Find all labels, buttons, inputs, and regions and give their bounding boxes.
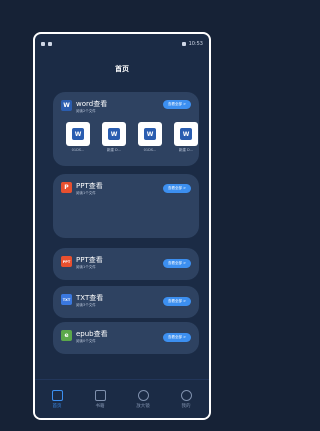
- ppt2-view-all-button[interactable]: 查看全部 >: [162, 259, 191, 268]
- app-screen: 10:53 首页 W word查看 阅读2个文件 查看全部 > W 01DS..…: [35, 34, 209, 418]
- ppt2-icon: PPT: [61, 256, 72, 267]
- txt-card-subtitle: 阅读3个文件: [76, 303, 96, 307]
- word-file-3[interactable]: W 01DS...: [138, 122, 162, 153]
- bottom-tab-bar: 首页 书籍 放大镜 我的: [35, 379, 209, 418]
- file-caption: 01DS...: [143, 148, 157, 152]
- word-doc-icon: W: [108, 128, 120, 140]
- epub-view-all-button[interactable]: 查看全部 >: [162, 333, 191, 342]
- epub-card-subtitle: 阅读0个文件: [76, 339, 96, 343]
- file-thumb: W: [102, 122, 126, 146]
- ppt-icon: P: [61, 182, 72, 193]
- file-thumb: W: [174, 122, 198, 146]
- txt-view-all-button[interactable]: 查看全部 >: [162, 297, 191, 306]
- word-card-title: word查看: [76, 100, 108, 108]
- status-left: [41, 42, 52, 46]
- txt-card-header: TXT TXT查看 阅读3个文件: [61, 294, 103, 308]
- ppt-card-small[interactable]: PPT PPT查看 阅读1个文件 查看全部 >: [53, 248, 199, 280]
- word-file-2[interactable]: W 新建 D...: [102, 122, 126, 153]
- txt-icon: TXT: [61, 294, 72, 305]
- status-bar: 10:53: [35, 34, 209, 54]
- epub-card-header: e epub查看 阅读0个文件: [61, 330, 108, 344]
- txt-card[interactable]: TXT TXT查看 阅读3个文件 查看全部 >: [53, 286, 199, 318]
- file-caption: 01DS...: [71, 148, 85, 152]
- epub-card[interactable]: e epub查看 阅读0个文件 查看全部 >: [53, 322, 199, 354]
- ppt-card-large[interactable]: P PPT查看 阅读1个文件 查看全部 >: [53, 174, 199, 238]
- ppt-card-header: P PPT查看 阅读1个文件: [61, 182, 103, 196]
- ppt2-card-header: PPT PPT查看 阅读1个文件: [61, 256, 103, 270]
- signal-icon: [41, 42, 45, 46]
- file-caption: 新建 D...: [178, 148, 194, 152]
- profile-icon: [180, 390, 192, 401]
- word-doc-icon: W: [72, 128, 84, 140]
- tab-profile[interactable]: 我的: [170, 390, 202, 409]
- word-file-row: W 01DS... W 新建 D... W 01DS... W 新建 D...: [66, 122, 198, 153]
- file-thumb: W: [138, 122, 162, 146]
- tab-books-label: 书籍: [95, 404, 105, 409]
- word-view-all-button[interactable]: 查看全部 >: [162, 100, 191, 109]
- word-card-subtitle: 阅读2个文件: [76, 109, 96, 113]
- magnifier-icon: [137, 390, 149, 401]
- ppt-view-all-button[interactable]: 查看全部 >: [162, 184, 191, 193]
- home-icon: [51, 390, 63, 401]
- tab-profile-label: 我的: [181, 404, 191, 409]
- status-time: 10:53: [188, 41, 203, 47]
- ppt2-card-title: PPT查看: [76, 256, 103, 264]
- tab-home[interactable]: 首页: [41, 390, 73, 409]
- word-doc-icon: W: [180, 128, 192, 140]
- epub-icon: e: [61, 330, 72, 341]
- tab-magnifier-label: 放大镜: [136, 404, 150, 409]
- epub-card-title: epub查看: [76, 330, 108, 338]
- ppt2-card-subtitle: 阅读1个文件: [76, 265, 96, 269]
- status-right: 10:53: [181, 41, 203, 47]
- phone-frame: 10:53 首页 W word查看 阅读2个文件 查看全部 > W 01DS..…: [33, 32, 211, 420]
- ppt-card-title: PPT查看: [76, 182, 103, 190]
- word-file-1[interactable]: W 01DS...: [66, 122, 90, 153]
- page-title: 首页: [115, 65, 129, 73]
- word-card[interactable]: W word查看 阅读2个文件 查看全部 > W 01DS... W 新建 D.…: [53, 92, 199, 166]
- txt-card-title: TXT查看: [76, 294, 104, 302]
- tab-magnifier[interactable]: 放大镜: [127, 390, 159, 409]
- file-thumb: W: [66, 122, 90, 146]
- word-file-4[interactable]: W 新建 D...: [174, 122, 198, 153]
- book-icon: [94, 390, 106, 401]
- wifi-icon: [48, 42, 52, 46]
- tab-home-label: 首页: [52, 404, 62, 409]
- file-caption: 新建 D...: [106, 148, 122, 152]
- word-card-header: W word查看 阅读2个文件: [61, 100, 107, 114]
- word-doc-icon: W: [144, 128, 156, 140]
- word-icon: W: [61, 100, 72, 111]
- battery-icon: [181, 42, 186, 46]
- tab-books[interactable]: 书籍: [84, 390, 116, 409]
- ppt-card-subtitle: 阅读1个文件: [76, 191, 96, 195]
